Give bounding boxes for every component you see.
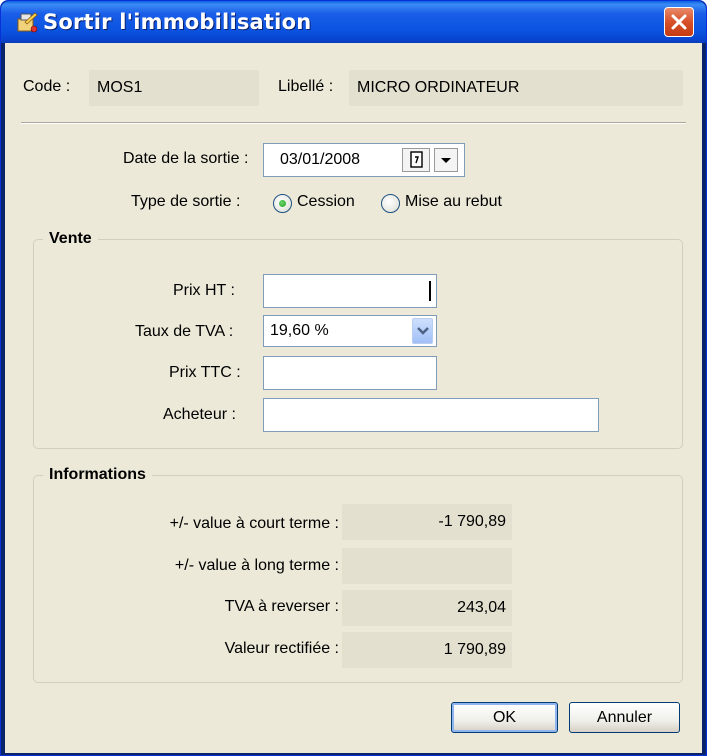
radio-mise-au-rebut-label[interactable]: Mise au rebut — [405, 193, 502, 211]
info-row-label: +/- value à long terme : — [174, 557, 339, 574]
chevron-down-icon — [441, 158, 451, 163]
radio-selected-dot — [279, 200, 286, 207]
info-row-label: Valeur rectifiée : — [224, 640, 339, 657]
code-value: MOS1 — [89, 70, 259, 106]
cancel-button[interactable]: Annuler — [569, 702, 680, 733]
info-row-label: TVA à reverser : — [224, 598, 339, 615]
prix-ht-label: Prix HT : — [173, 282, 235, 299]
text-cursor — [429, 281, 431, 301]
acheteur-label: Acheteur : — [163, 406, 236, 423]
radio-mise-au-rebut[interactable] — [381, 194, 400, 213]
taux-tva-value: 19,60 % — [270, 322, 329, 339]
dialog-body: Code : MOS1 Libellé : MICRO ORDINATEUR D… — [5, 43, 702, 753]
title-bar[interactable]: Sortir l'immobilisation — [1, 1, 706, 43]
taux-tva-label: Taux de TVA : — [135, 323, 234, 340]
taux-tva-dropdown-button[interactable] — [412, 318, 433, 344]
close-button[interactable] — [664, 7, 694, 37]
vente-group-title: Vente — [43, 230, 98, 248]
header-divider — [21, 122, 686, 124]
code-label: Code : — [23, 78, 71, 95]
chevron-down-icon — [417, 327, 429, 335]
info-row-value: -1 790,89 — [342, 504, 512, 540]
app-icon — [17, 12, 38, 33]
acheteur-input[interactable] — [263, 398, 599, 432]
info-row-value: 1 790,89 — [342, 632, 512, 668]
prix-ht-input[interactable] — [263, 274, 437, 308]
taux-tva-select[interactable]: 19,60 % — [263, 315, 437, 347]
ok-button[interactable]: OK — [451, 702, 558, 733]
libelle-label: Libellé : — [278, 78, 334, 95]
informations-group-title: Informations — [43, 466, 152, 484]
type-label: Type de sortie : — [131, 193, 241, 210]
prix-ttc-input[interactable] — [263, 356, 437, 390]
date-dropdown-button[interactable] — [434, 148, 458, 172]
info-row-value — [342, 548, 512, 584]
radio-cession-label[interactable]: Cession — [297, 193, 355, 211]
info-row-value: 243,04 — [342, 590, 512, 626]
date-label: Date de la sortie : — [123, 150, 249, 167]
window-title: Sortir l'immobilisation — [43, 10, 312, 34]
prix-ttc-label: Prix TTC : — [169, 364, 241, 381]
info-row-label: +/- value à court terme : — [169, 515, 339, 532]
calendar-button[interactable] — [402, 148, 430, 172]
date-input[interactable]: 03/01/2008 — [263, 143, 465, 177]
date-value: 03/01/2008 — [280, 151, 361, 168]
close-icon — [671, 14, 687, 30]
calendar-icon — [410, 151, 423, 168]
radio-cession[interactable] — [273, 194, 292, 213]
libelle-value: MICRO ORDINATEUR — [349, 70, 683, 106]
dialog-window: Sortir l'immobilisation Code : MOS1 Libe… — [0, 0, 707, 756]
